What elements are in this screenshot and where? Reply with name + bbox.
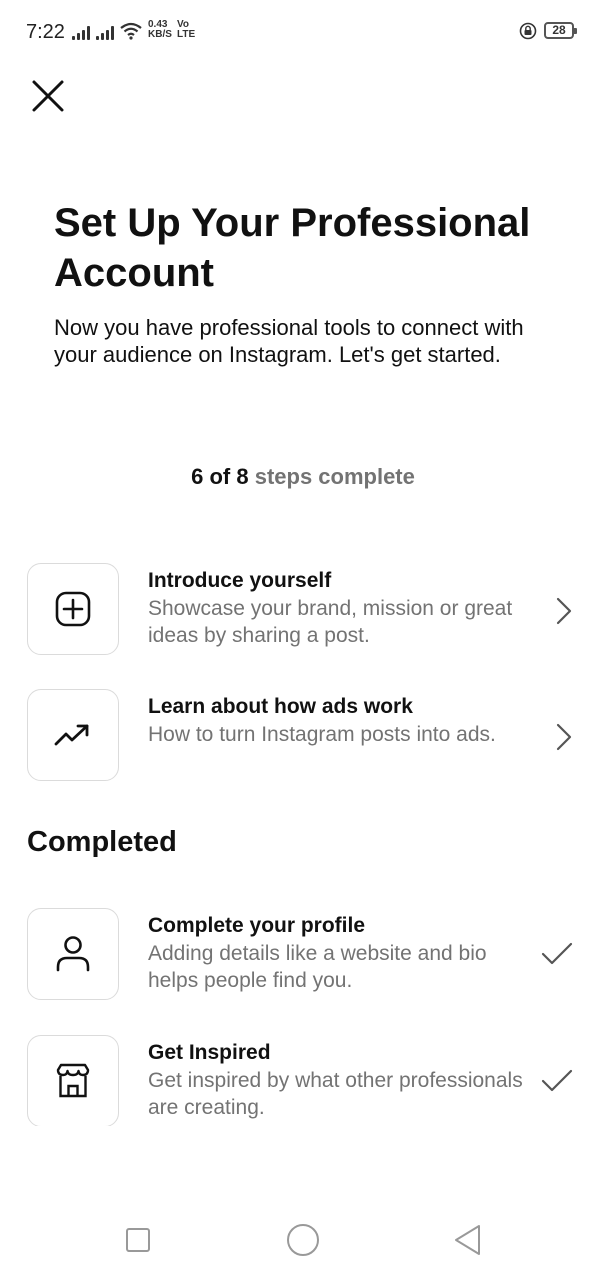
wifi-icon	[120, 22, 142, 40]
status-time: 7:22	[26, 21, 65, 43]
recent-apps-button[interactable]	[125, 1227, 151, 1253]
steps-progress: 6 of 8 steps complete	[0, 464, 606, 490]
task-title: Introduce yourself	[148, 569, 332, 592]
task-learn-about-ads[interactable]: Learn about how ads work How to turn Ins…	[27, 689, 587, 785]
signal-strength-icon	[96, 24, 114, 40]
task-title: Learn about how ads work	[148, 695, 413, 718]
home-button[interactable]	[286, 1223, 320, 1257]
task-text: Learn about how ads work How to turn Ins…	[148, 693, 528, 748]
task-text: Get Inspired Get inspired by what other …	[148, 1039, 528, 1121]
network-speed: 0.43 KB/S	[148, 20, 172, 40]
completed-heading: Completed	[27, 826, 177, 858]
completed-task-list: Complete your profile Adding details lik…	[0, 900, 606, 1126]
task-icon-box	[27, 689, 119, 781]
task-text: Complete your profile Adding details lik…	[148, 912, 528, 994]
back-button[interactable]	[452, 1223, 482, 1257]
task-text: Introduce yourself Showcase your brand, …	[148, 567, 528, 649]
status-bar: 7:22 0.43 KB/S Vo LTE 28	[0, 0, 606, 64]
page-subtitle: Now you have professional tools to conne…	[54, 315, 524, 367]
close-button[interactable]	[28, 76, 68, 116]
checkmark-icon	[541, 942, 573, 965]
task-description: Get inspired by what other professionals…	[148, 1069, 523, 1119]
volte-indicator: Vo LTE	[177, 20, 195, 40]
chevron-right-icon	[556, 723, 572, 751]
task-icon-box	[27, 908, 119, 1000]
close-icon	[32, 80, 64, 112]
storefront-icon	[56, 1063, 90, 1098]
steps-label: steps complete	[254, 464, 415, 489]
task-complete-your-profile[interactable]: Complete your profile Adding details lik…	[27, 908, 587, 1004]
chevron-right-icon	[556, 597, 572, 625]
person-icon	[56, 936, 90, 972]
network-speed-unit: KB/S	[148, 29, 172, 40]
trending-up-icon	[54, 724, 89, 746]
task-introduce-yourself[interactable]: Introduce yourself Showcase your brand, …	[27, 563, 587, 659]
system-navigation-bar	[0, 1205, 606, 1280]
rotation-lock-icon	[519, 22, 537, 40]
page-title: Set Up Your Professional Account	[54, 201, 531, 295]
signal-strength-icon	[72, 24, 90, 40]
task-get-inspired[interactable]: Get Inspired Get inspired by what other …	[27, 1035, 587, 1126]
steps-count: 6 of 8	[191, 464, 249, 489]
task-description: Adding details like a website and bio he…	[148, 942, 487, 992]
lte-label: LTE	[177, 29, 196, 40]
task-icon-box	[27, 1035, 119, 1126]
task-description: Showcase your brand, mission or great id…	[148, 597, 513, 647]
plus-square-icon	[55, 591, 91, 627]
task-description: How to turn Instagram posts into ads.	[148, 723, 496, 746]
checkmark-icon	[541, 1069, 573, 1092]
task-title: Complete your profile	[148, 914, 366, 937]
task-title: Get Inspired	[148, 1041, 271, 1064]
task-icon-box	[27, 563, 119, 655]
battery-indicator: 28	[544, 22, 577, 39]
